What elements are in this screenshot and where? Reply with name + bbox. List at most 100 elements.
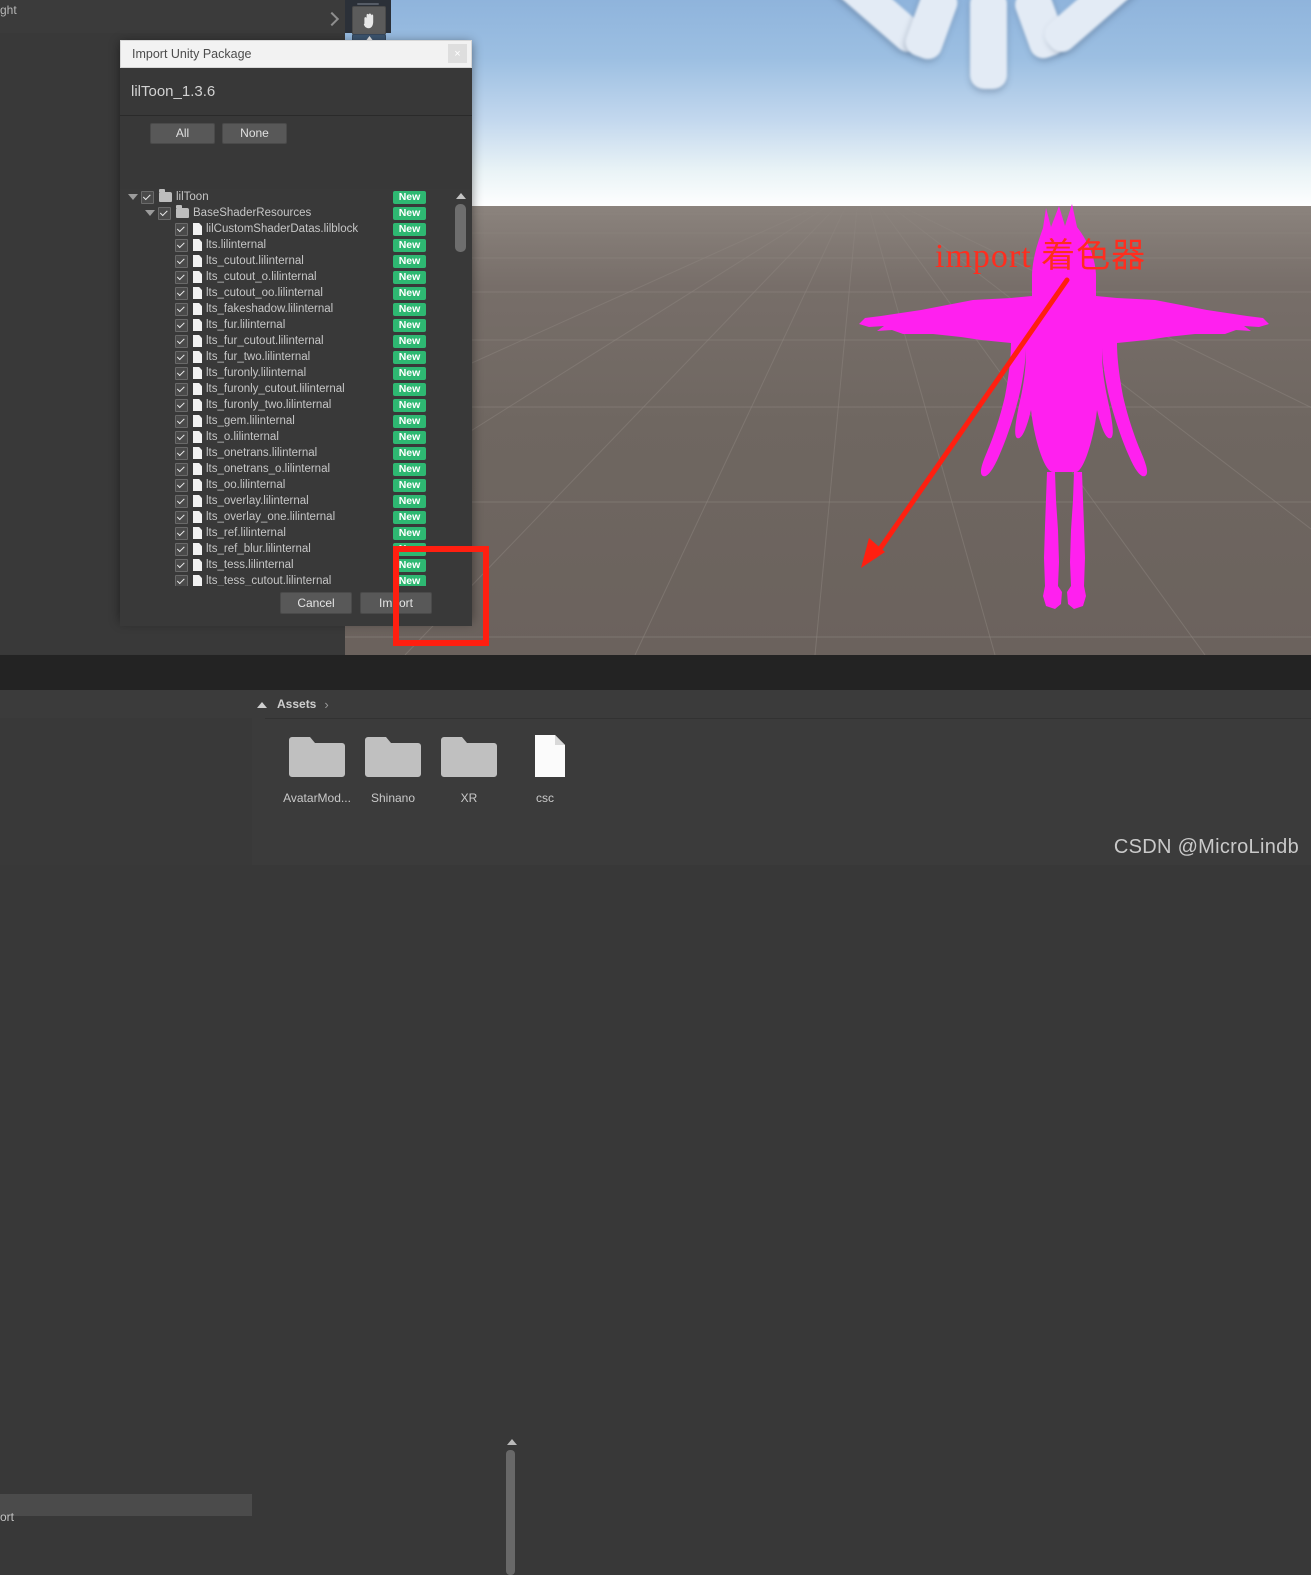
item-checkbox[interactable]: [175, 414, 188, 428]
folder-icon: [441, 737, 497, 777]
watermark: CSDN @MicroLindb: [1113, 836, 1299, 858]
file-icon: [193, 351, 202, 363]
scene-view[interactable]: import 着色器: [345, 0, 1311, 655]
package-item-row[interactable]: lts_onetrans_o.lilinternal New: [120, 461, 472, 477]
item-label: lts.lilinternal: [206, 239, 267, 251]
file-icon: [193, 383, 202, 395]
file-icon: [193, 431, 202, 443]
item-checkbox[interactable]: [175, 382, 188, 396]
item-checkbox[interactable]: [175, 526, 188, 540]
item-checkbox[interactable]: [175, 302, 188, 316]
hand-tool-button[interactable]: [352, 6, 386, 35]
package-item-row[interactable]: lts.lilinternal New: [120, 237, 472, 253]
project-scroll-up-icon[interactable]: [257, 702, 267, 708]
package-item-row[interactable]: lts_o.lilinternal New: [120, 429, 472, 445]
package-item-row[interactable]: lts_fur_two.lilinternal New: [120, 349, 472, 365]
item-checkbox[interactable]: [175, 494, 188, 508]
item-checkbox[interactable]: [175, 478, 188, 492]
package-item-row[interactable]: lts_furonly_cutout.lilinternal New: [120, 381, 472, 397]
item-checkbox[interactable]: [175, 430, 188, 444]
package-item-row[interactable]: lts_fakeshadow.lilinternal New: [120, 301, 472, 317]
item-checkbox[interactable]: [175, 462, 188, 476]
bottom-left-scrollbar[interactable]: [252, 718, 517, 1575]
item-checkbox[interactable]: [175, 254, 188, 268]
breadcrumb-assets[interactable]: Assets: [277, 697, 316, 711]
folder-icon: [365, 737, 421, 777]
item-checkbox[interactable]: [175, 238, 188, 252]
twisty-down-icon[interactable]: [145, 210, 155, 216]
file-icon: [193, 335, 202, 347]
asset-label: AvatarMod...: [283, 791, 351, 805]
item-label: lts_o.lilinternal: [206, 431, 279, 443]
new-badge: New: [393, 382, 426, 396]
package-item-row[interactable]: lts_oo.lilinternal New: [120, 477, 472, 493]
item-checkbox[interactable]: [175, 350, 188, 364]
new-badge: New: [393, 222, 426, 236]
item-checkbox[interactable]: [175, 542, 188, 556]
asset-item[interactable]: XR: [431, 732, 507, 805]
package-item-row[interactable]: lts_furonly.lilinternal New: [120, 365, 472, 381]
item-checkbox[interactable]: [175, 334, 188, 348]
package-item-row[interactable]: lts_fur_cutout.lilinternal New: [120, 333, 472, 349]
select-none-button[interactable]: None: [222, 122, 287, 144]
panel-drag-handle[interactable]: [357, 3, 379, 5]
chevron-right-icon[interactable]: [324, 11, 340, 27]
item-checkbox[interactable]: [158, 206, 171, 220]
package-item-row[interactable]: lts_furonly_two.lilinternal New: [120, 397, 472, 413]
item-checkbox[interactable]: [175, 446, 188, 460]
item-checkbox[interactable]: [175, 558, 188, 572]
new-badge: New: [393, 302, 426, 316]
twisty-down-icon[interactable]: [128, 194, 138, 200]
new-badge: New: [393, 414, 426, 428]
cancel-button[interactable]: Cancel: [280, 592, 352, 614]
new-badge: New: [393, 526, 426, 540]
asset-item[interactable]: csc: [507, 732, 583, 805]
inspector-panel-label: ght: [0, 3, 17, 17]
new-badge: New: [393, 366, 426, 380]
file-icon: [193, 255, 202, 267]
item-checkbox[interactable]: [141, 190, 154, 204]
dialog-title-bar[interactable]: Import Unity Package ×: [120, 40, 472, 68]
item-checkbox[interactable]: [175, 398, 188, 412]
package-item-row[interactable]: lts_ref.lilinternal New: [120, 525, 472, 541]
sun-light-gizmo: [800, 0, 1146, 100]
new-badge: New: [393, 446, 426, 460]
item-checkbox[interactable]: [175, 318, 188, 332]
dialog-selection-toolbar: All None: [120, 116, 472, 150]
new-badge: New: [393, 206, 426, 220]
item-checkbox[interactable]: [175, 366, 188, 380]
package-item-row[interactable]: lts_cutout_oo.lilinternal New: [120, 285, 472, 301]
package-item-row[interactable]: lts_overlay_one.lilinternal New: [120, 509, 472, 525]
bottom-left-selected-row[interactable]: [0, 1494, 252, 1516]
item-checkbox[interactable]: [175, 510, 188, 524]
file-icon: [193, 223, 202, 235]
scroll-up-icon[interactable]: [507, 1439, 517, 1445]
package-item-row[interactable]: lts_cutout_o.lilinternal New: [120, 269, 472, 285]
package-item-row[interactable]: lts_overlay.lilinternal New: [120, 493, 472, 509]
asset-item[interactable]: AvatarMod...: [279, 732, 355, 805]
asset-item[interactable]: Shinano: [355, 732, 431, 805]
item-checkbox[interactable]: [175, 222, 188, 236]
file-icon: [193, 415, 202, 427]
package-item-row[interactable]: lts_onetrans.lilinternal New: [120, 445, 472, 461]
file-icon: [193, 479, 202, 491]
file-icon: [535, 735, 565, 777]
item-label: lts_overlay_one.lilinternal: [206, 511, 336, 523]
item-label: lts_furonly.lilinternal: [206, 367, 307, 379]
package-item-row[interactable]: lilToon New: [120, 189, 472, 205]
item-checkbox[interactable]: [175, 286, 188, 300]
package-item-row[interactable]: lilCustomShaderDatas.lilblock New: [120, 221, 472, 237]
file-icon: [193, 527, 202, 539]
project-asset-grid: AvatarMod... Shinano XR csc: [279, 732, 583, 805]
scroll-up-icon[interactable]: [456, 193, 466, 199]
select-all-button[interactable]: All: [150, 122, 215, 144]
package-item-row[interactable]: lts_gem.lilinternal New: [120, 413, 472, 429]
scrollbar-thumb[interactable]: [455, 204, 466, 252]
package-item-row[interactable]: lts_fur.lilinternal New: [120, 317, 472, 333]
item-label: lts_cutout_o.lilinternal: [206, 271, 317, 283]
package-item-row[interactable]: BaseShaderResources New: [120, 205, 472, 221]
package-item-row[interactable]: lts_cutout.lilinternal New: [120, 253, 472, 269]
scrollbar-thumb[interactable]: [506, 1450, 515, 1575]
close-icon[interactable]: ×: [448, 44, 467, 63]
item-checkbox[interactable]: [175, 270, 188, 284]
